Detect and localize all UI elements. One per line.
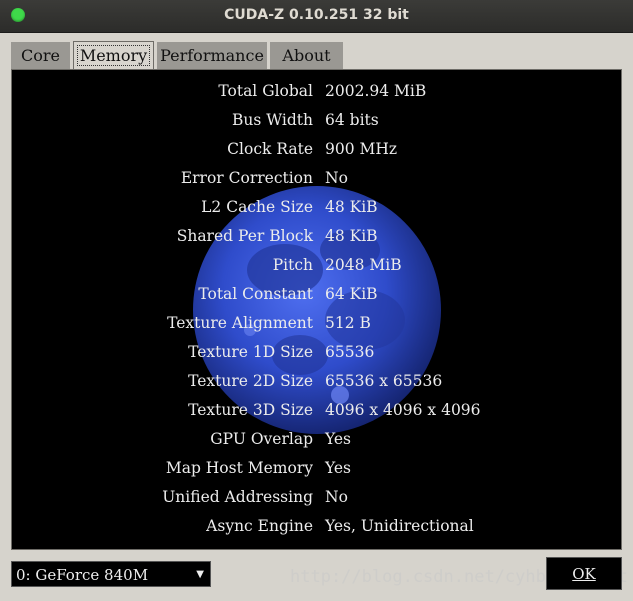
- tab-core-label: Core: [21, 46, 60, 65]
- device-select[interactable]: 0: GeForce 840M ▼: [11, 561, 211, 587]
- l2-cache-size-label: L2 Cache Size: [201, 198, 313, 216]
- row-l2-cache-size: L2 Cache Size 48 KiB: [12, 195, 621, 224]
- async-engine-label: Async Engine: [206, 517, 313, 535]
- row-bus-width: Bus Width 64 bits: [12, 108, 621, 137]
- ok-button[interactable]: OK: [546, 557, 622, 590]
- bus-width-value: 64 bits: [325, 111, 379, 129]
- total-constant-value: 64 KiB: [325, 285, 378, 303]
- shared-per-block-label: Shared Per Block: [176, 227, 313, 245]
- memory-info-list: Total Global 2002.94 MiB Bus Width 64 bits…: [12, 79, 621, 543]
- tab-about-label: About: [282, 46, 331, 65]
- row-texture-1d-size: Texture 1D Size 65536: [12, 340, 621, 369]
- title-bar: CUDA-Z 0.10.251 32 bit: [0, 0, 633, 33]
- row-pitch: Pitch 2048 MiB: [12, 253, 621, 282]
- row-map-host-memory: Map Host Memory Yes: [12, 456, 621, 485]
- map-host-memory-value: Yes: [325, 459, 352, 477]
- device-select-value: 0: GeForce 840M: [16, 566, 149, 584]
- texture-2d-size-value: 65536 x 65536: [325, 372, 443, 390]
- texture-3d-size-label: Texture 3D Size: [188, 401, 313, 419]
- clock-rate-label: Clock Rate: [227, 140, 313, 158]
- bus-width-label: Bus Width: [231, 111, 313, 129]
- ok-button-label: OK: [572, 565, 596, 583]
- row-total-constant: Total Constant 64 KiB: [12, 282, 621, 311]
- gpu-overlap-label: GPU Overlap: [210, 430, 313, 448]
- gpu-overlap-value: Yes: [325, 430, 352, 448]
- tab-memory-label: Memory: [76, 45, 151, 66]
- row-async-engine: Async Engine Yes, Unidirectional: [12, 514, 621, 543]
- unified-addressing-label: Unified Addressing: [162, 488, 313, 506]
- texture-2d-size-label: Texture 2D Size: [188, 372, 313, 390]
- texture-alignment-value: 512 B: [325, 314, 371, 332]
- error-correction-value: No: [325, 169, 348, 187]
- texture-3d-size-value: 4096 x 4096 x 4096: [325, 401, 481, 419]
- row-texture-alignment: Texture Alignment 512 B: [12, 311, 621, 340]
- texture-1d-size-value: 65536: [325, 343, 375, 361]
- row-clock-rate: Clock Rate 900 MHz: [12, 137, 621, 166]
- shared-per-block-value: 48 KiB: [325, 227, 378, 245]
- clock-rate-value: 900 MHz: [325, 140, 398, 158]
- error-correction-label: Error Correction: [180, 169, 313, 187]
- pitch-label: Pitch: [272, 256, 313, 274]
- tab-about[interactable]: About: [270, 42, 343, 69]
- dropdown-arrow-icon: ▼: [196, 569, 204, 580]
- async-engine-value: Yes, Unidirectional: [325, 517, 474, 535]
- pitch-value: 2048 MiB: [325, 256, 402, 274]
- tab-performance-label: Performance: [160, 46, 264, 65]
- tab-core[interactable]: Core: [11, 42, 70, 69]
- texture-1d-size-label: Texture 1D Size: [188, 343, 313, 361]
- row-texture-2d-size: Texture 2D Size 65536 x 65536: [12, 369, 621, 398]
- row-total-global: Total Global 2002.94 MiB: [12, 79, 621, 108]
- map-host-memory-label: Map Host Memory: [165, 459, 313, 477]
- row-unified-addressing: Unified Addressing No: [12, 485, 621, 514]
- total-constant-label: Total Constant: [198, 285, 313, 303]
- row-error-correction: Error Correction No: [12, 166, 621, 195]
- tab-performance[interactable]: Performance: [157, 42, 267, 69]
- texture-alignment-label: Texture Alignment: [167, 314, 313, 332]
- row-gpu-overlap: GPU Overlap Yes: [12, 427, 621, 456]
- tab-memory[interactable]: Memory: [73, 41, 154, 70]
- l2-cache-size-value: 48 KiB: [325, 198, 378, 216]
- total-global-value: 2002.94 MiB: [325, 82, 427, 100]
- unified-addressing-value: No: [325, 488, 348, 506]
- memory-panel: Total Global 2002.94 MiB Bus Width 64 bits…: [11, 69, 622, 550]
- window-title: CUDA-Z 0.10.251 32 bit: [224, 7, 409, 23]
- total-global-label: Total Global: [218, 82, 313, 100]
- row-texture-3d-size: Texture 3D Size 4096 x 4096 x 4096: [12, 398, 621, 427]
- row-shared-per-block: Shared Per Block 48 KiB: [12, 224, 621, 253]
